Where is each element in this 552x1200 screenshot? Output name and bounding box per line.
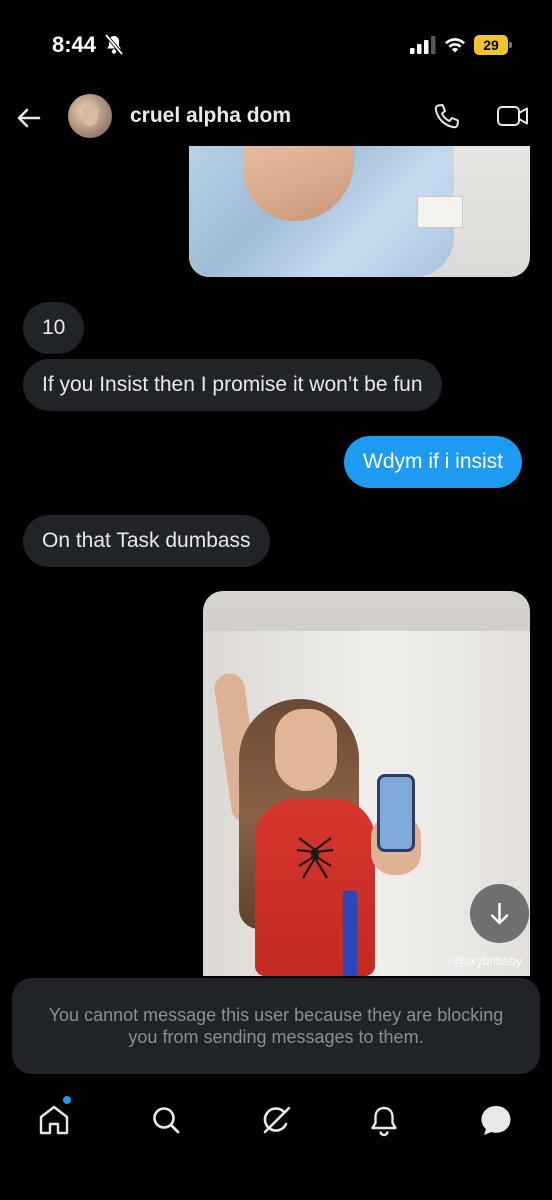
- bell-off-icon: [104, 34, 124, 56]
- battery-level: 29: [483, 37, 499, 53]
- tab-messages[interactable]: [476, 1100, 516, 1140]
- message-bubble-outgoing[interactable]: Wdym if i insist: [344, 436, 523, 488]
- tab-grok[interactable]: [256, 1100, 296, 1140]
- media-watermark: ♪@skybribaby: [446, 954, 522, 968]
- battery-indicator: 29: [474, 35, 512, 55]
- video-call-icon[interactable]: [496, 103, 530, 129]
- message-icon: [481, 1106, 511, 1135]
- conversation-header: cruel alpha dom: [0, 90, 552, 146]
- bell-icon: [371, 1106, 397, 1137]
- grok-icon: [263, 1106, 291, 1134]
- search-icon: [153, 1107, 180, 1134]
- back-arrow-icon[interactable]: [14, 103, 44, 133]
- cellular-signal-icon: [410, 36, 436, 54]
- avatar[interactable]: [68, 94, 112, 138]
- arrow-down-icon: [490, 902, 509, 925]
- notification-dot: [63, 1096, 71, 1104]
- status-bar: 8:44 29: [0, 0, 552, 90]
- scroll-to-bottom-button[interactable]: [470, 884, 529, 943]
- message-thread[interactable]: 10 If you Insist then I promise it won’t…: [0, 146, 552, 976]
- media-message-image[interactable]: [189, 146, 530, 277]
- blocked-notice-text: You cannot message this user because the…: [48, 1005, 504, 1047]
- wifi-icon: [445, 38, 465, 53]
- contact-name[interactable]: cruel alpha dom: [130, 104, 291, 128]
- message-bubble-incoming[interactable]: If you Insist then I promise it won’t be…: [23, 359, 442, 411]
- phone-call-icon[interactable]: [432, 101, 462, 131]
- spider-emblem-icon: [296, 837, 334, 879]
- tab-search[interactable]: [146, 1100, 186, 1140]
- message-bubble-incoming[interactable]: 10: [23, 302, 85, 354]
- home-icon: [39, 1105, 69, 1135]
- tab-notifications[interactable]: [364, 1100, 404, 1140]
- bottom-tab-bar: [0, 1086, 552, 1156]
- blocked-notice: You cannot message this user because the…: [12, 978, 540, 1074]
- tab-home[interactable]: [34, 1096, 74, 1140]
- message-bubble-incoming[interactable]: On that Task dumbass: [23, 515, 270, 567]
- status-time: 8:44: [52, 32, 97, 57]
